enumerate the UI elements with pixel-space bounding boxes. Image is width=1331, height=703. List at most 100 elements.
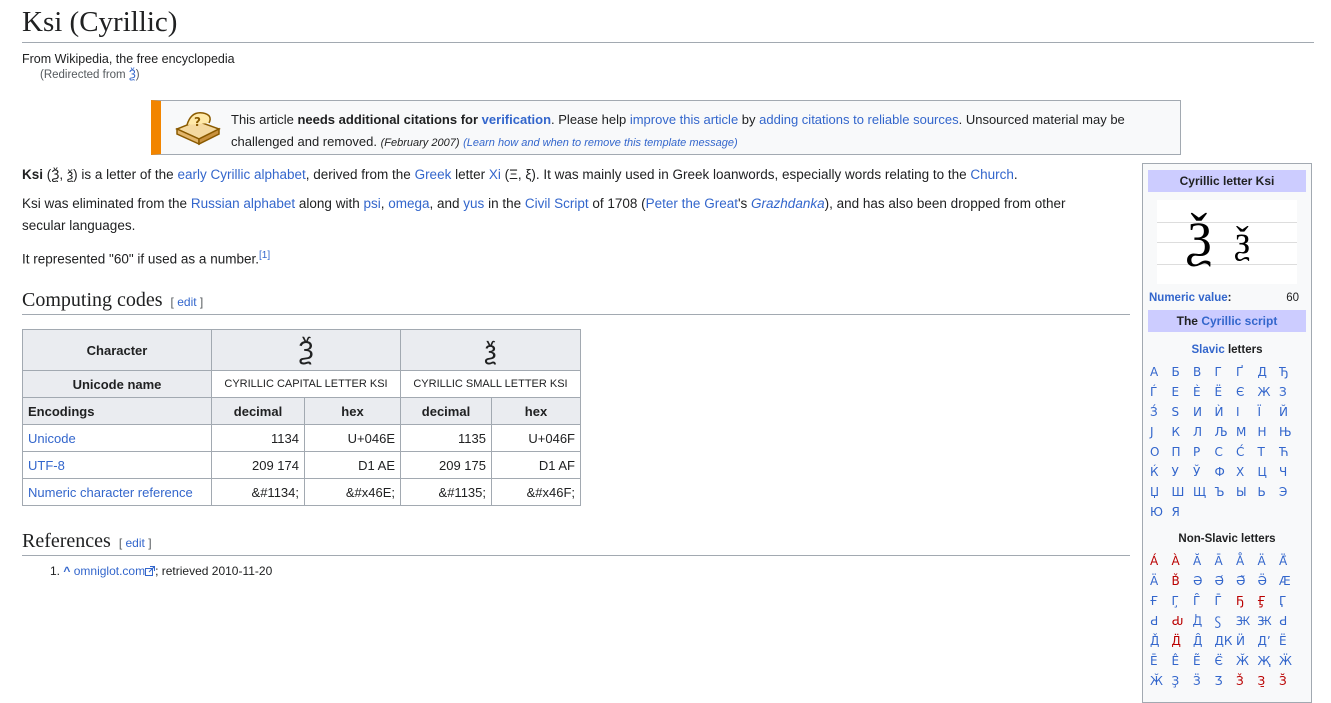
slavic-letter-link[interactable]: Р [1193, 444, 1215, 461]
nonslavic-letter-link[interactable]: Ԃ [1172, 613, 1194, 630]
nonslavic-letter-link[interactable]: Е̃ [1193, 653, 1215, 670]
slavic-letter-link[interactable]: З [1279, 384, 1301, 401]
nonslavic-letter-link[interactable]: Ꚅ [1258, 613, 1280, 630]
slavic-letter-link[interactable]: С [1215, 444, 1237, 461]
slavic-letter-link[interactable]: Ч [1279, 464, 1301, 481]
slavic-letter-link[interactable]: Ш [1172, 484, 1194, 501]
nonslavic-letter-link[interactable]: Ӑ [1193, 553, 1215, 570]
slavic-letter-link[interactable]: Ѓ [1150, 384, 1172, 401]
slavic-letter-link[interactable]: Е [1172, 384, 1194, 401]
unicode-link[interactable]: Unicode [28, 431, 76, 446]
nonslavic-letter-link[interactable]: Ӂ [1150, 673, 1172, 690]
slavic-letter-link[interactable]: Ф [1215, 464, 1237, 481]
nonslavic-letter-link[interactable]: Г̑ [1193, 593, 1215, 610]
nonslavic-letter-link[interactable]: Ё [1279, 633, 1301, 650]
slavic-letter-link[interactable]: Й [1279, 404, 1301, 421]
nonslavic-letter-link[interactable]: Ӓ [1150, 573, 1172, 590]
slavic-letter-link[interactable]: Б [1172, 364, 1194, 381]
nonslavic-letter-link[interactable]: Е̄ [1150, 653, 1172, 670]
nonslavic-letter-link[interactable]: Ӕ [1279, 573, 1301, 590]
slavic-letter-link[interactable]: З́ [1150, 404, 1172, 421]
slavic-letter-link[interactable]: А [1150, 364, 1172, 381]
psi-link[interactable]: psi [363, 196, 380, 211]
slavic-letter-link[interactable]: Ќ [1150, 464, 1172, 481]
nonslavic-letter-link[interactable]: З̌ [1236, 673, 1258, 690]
nonslavic-letter-link[interactable]: Ӓ̄ [1279, 553, 1301, 570]
nonslavic-letter-link[interactable]: А́ [1150, 553, 1172, 570]
omega-link[interactable]: omega [388, 196, 429, 211]
slavic-letter-link[interactable]: Ц [1258, 464, 1280, 481]
slavic-letter-link[interactable]: Г [1215, 364, 1237, 381]
adding-citations-link[interactable]: adding citations to reliable sources [759, 112, 958, 127]
nonslavic-letter-link[interactable]: Ӥ [1236, 633, 1258, 650]
nonslavic-letter-link[interactable]: Ӛ [1258, 573, 1280, 590]
nonslavic-letter-link[interactable]: Д̌ [1150, 633, 1172, 650]
xi-link[interactable]: Xi [489, 167, 501, 182]
slavic-letter-link[interactable]: Ы [1236, 484, 1258, 501]
slavic-letter-link[interactable]: Ђ [1279, 364, 1301, 381]
reference-1-link[interactable]: [1] [259, 250, 270, 261]
nonslavic-letter-link[interactable]: Ԁ [1279, 613, 1301, 630]
slavic-letter-link[interactable]: Н [1258, 424, 1280, 441]
slavic-letter-link[interactable]: С́ [1236, 444, 1258, 461]
utf8-link[interactable]: UTF-8 [28, 458, 65, 473]
nonslavic-letter-link[interactable]: А̊ [1236, 553, 1258, 570]
slavic-letter-link[interactable]: Ё [1215, 384, 1237, 401]
slavic-letter-link[interactable]: К [1172, 424, 1194, 441]
nonslavic-letter-link[interactable]: Д̈ [1172, 633, 1194, 650]
ncr-link[interactable]: Numeric character reference [28, 485, 193, 500]
nonslavic-letter-link[interactable]: Ӂ [1236, 653, 1258, 670]
slavic-letter-link[interactable]: Ї [1258, 404, 1280, 421]
improve-article-link[interactable]: improve this article [630, 112, 738, 127]
slavic-letter-link[interactable]: Ѕ [1172, 404, 1194, 421]
nonslavic-letter-link[interactable]: Ә [1193, 573, 1215, 590]
slavic-letter-link[interactable]: Щ [1193, 484, 1215, 501]
slavic-letter-link[interactable]: У [1172, 464, 1194, 481]
slavic-letter-link[interactable]: Ґ [1236, 364, 1258, 381]
slavic-letter-link[interactable]: Э [1279, 484, 1301, 501]
nonslavic-letter-link[interactable]: Ӻ [1258, 593, 1280, 610]
nonslavic-letter-link[interactable]: Ꚅ [1236, 613, 1258, 630]
slavic-letter-link[interactable]: Т [1258, 444, 1280, 461]
nonslavic-letter-link[interactable]: Ҙ [1172, 673, 1194, 690]
slavic-letter-link[interactable]: О [1150, 444, 1172, 461]
nonslavic-letter-link[interactable]: Ӷ [1279, 593, 1301, 610]
slavic-letter-link[interactable]: Д [1258, 364, 1280, 381]
nonslavic-letter-link[interactable]: Г̧ [1172, 593, 1194, 610]
slavic-letter-link[interactable]: Ю [1150, 504, 1172, 521]
nonslavic-letter-link[interactable]: Ә́ [1215, 573, 1237, 590]
nonslavic-letter-link[interactable]: З̆ [1279, 673, 1301, 690]
cyrillic-script-link[interactable]: Cyrillic script [1201, 314, 1277, 328]
slavic-letter-link[interactable]: Є [1236, 384, 1258, 401]
nonslavic-letter-link[interactable]: Е̂ [1172, 653, 1194, 670]
slavic-letter-link[interactable]: Ў [1193, 464, 1215, 481]
slavic-letter-link[interactable]: Ћ [1279, 444, 1301, 461]
nonslavic-letter-link[interactable]: Ꚁ [1193, 613, 1215, 630]
nonslavic-letter-link[interactable]: А̄ [1215, 553, 1237, 570]
nonslavic-letter-link[interactable]: ДК [1215, 633, 1237, 650]
redirect-link[interactable]: Ѯ [129, 69, 136, 81]
slavic-letter-link[interactable]: Ъ [1215, 484, 1237, 501]
edit-computing-link[interactable]: edit [177, 295, 196, 309]
nonslavic-letter-link[interactable]: Є̈ [1215, 653, 1237, 670]
nonslavic-letter-link[interactable]: З̱ [1258, 673, 1280, 690]
slavic-letter-link[interactable]: Љ [1215, 424, 1237, 441]
slavic-letter-link[interactable]: І [1236, 404, 1258, 421]
ref-backlink[interactable]: ^ [63, 564, 70, 578]
slavic-letter-link[interactable]: М [1236, 424, 1258, 441]
slavic-letter-link[interactable]: П [1172, 444, 1194, 461]
slavic-letter-link[interactable]: Ј [1150, 424, 1172, 441]
slavic-link[interactable]: Slavic [1192, 344, 1225, 356]
verification-link[interactable]: verification [482, 112, 551, 127]
nonslavic-letter-link[interactable]: Ԁ [1150, 613, 1172, 630]
slavic-letter-link[interactable]: Х [1236, 464, 1258, 481]
nonslavic-letter-link[interactable]: Ҕ [1236, 593, 1258, 610]
slavic-letter-link[interactable]: В [1193, 364, 1215, 381]
edit-references-link[interactable]: edit [126, 536, 145, 550]
nonslavic-letter-link[interactable]: Ӟ [1193, 673, 1215, 690]
nonslavic-letter-link[interactable]: Ӝ [1279, 653, 1301, 670]
nonslavic-letter-link[interactable]: Ә̃ [1236, 573, 1258, 590]
nonslavic-letter-link[interactable]: Ӡ [1215, 673, 1237, 690]
early-cyrillic-link[interactable]: early Cyrillic alphabet [177, 167, 305, 182]
slavic-letter-link[interactable]: Ж [1258, 384, 1280, 401]
